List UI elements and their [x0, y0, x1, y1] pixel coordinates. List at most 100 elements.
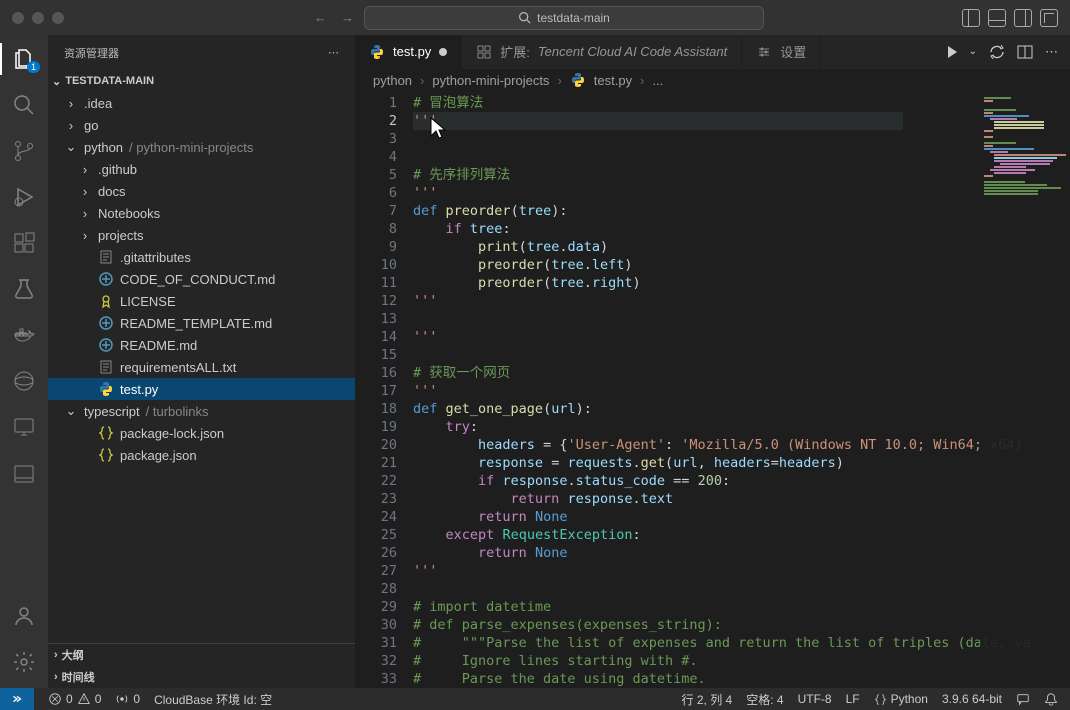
toggle-panel-icon[interactable]	[988, 9, 1006, 27]
activity-accounts[interactable]	[8, 600, 40, 632]
tree-item[interactable]: ›docs	[48, 180, 355, 202]
tab-extension[interactable]: 扩展: Tencent Cloud AI Code Assistant	[462, 35, 742, 69]
debug-icon	[12, 185, 36, 209]
tree-item[interactable]: › go	[48, 114, 355, 136]
tree-item[interactable]: ⌄python / python-mini-projects	[48, 136, 355, 158]
bell-icon[interactable]	[1044, 692, 1058, 706]
breadcrumb-item[interactable]: ...	[652, 73, 663, 88]
gear-icon	[12, 650, 36, 674]
code-content[interactable]: # 冒泡算法''' # 先序排列算法'''def preorder(tree):…	[413, 92, 1070, 688]
timeline-section[interactable]: › 时间线	[48, 666, 355, 688]
remote-indicator[interactable]	[0, 688, 34, 710]
timeline-label: 时间线	[62, 669, 95, 685]
status-line-col[interactable]: 行 2, 列 4	[682, 691, 733, 708]
activity-docker[interactable]	[8, 319, 40, 351]
ai-sphere-icon	[12, 369, 36, 393]
tab-test-py[interactable]: test.py	[355, 35, 462, 69]
activity-run-debug[interactable]	[8, 181, 40, 213]
feedback-icon[interactable]	[1016, 692, 1030, 706]
code-editor[interactable]: 1234567891011121314151617181920212223242…	[355, 92, 1070, 688]
command-center[interactable]: testdata-main	[364, 6, 764, 30]
tree-item[interactable]: README_TEMPLATE.md	[48, 312, 355, 334]
sidebar-more-icon[interactable]: ⋯	[328, 46, 339, 59]
tree-item[interactable]: LICENSE	[48, 290, 355, 312]
tree-item[interactable]: › .github	[48, 158, 355, 180]
activity-explorer[interactable]: 1	[8, 43, 40, 75]
toggle-secondary-sidebar-icon[interactable]	[1014, 9, 1032, 27]
braces-icon	[874, 693, 887, 706]
tree-item-label: Notebooks	[98, 206, 160, 221]
status-ports[interactable]: 0	[115, 692, 140, 706]
chevron-right-icon: ›	[78, 162, 92, 177]
nav-forward-icon[interactable]: →	[341, 10, 354, 25]
activity-manage[interactable]	[8, 646, 40, 678]
customize-layout-icon[interactable]	[1040, 9, 1058, 27]
window-controls	[12, 12, 64, 24]
breadcrumb-item[interactable]: test.py	[594, 73, 632, 88]
status-cloudbase[interactable]: CloudBase 环境 Id: 空	[154, 691, 272, 708]
broadcast-icon	[115, 692, 129, 706]
run-icon[interactable]	[948, 46, 957, 58]
activity-search[interactable]	[8, 89, 40, 121]
tree-item[interactable]: requirementsALL.txt	[48, 356, 355, 378]
tree-item-label: docs	[98, 184, 125, 199]
tree-item[interactable]: ›.idea	[48, 92, 355, 114]
tree-item-label: go	[84, 118, 98, 133]
compare-icon[interactable]	[989, 44, 1005, 60]
status-indent[interactable]: 空格: 4	[746, 691, 783, 708]
close-window-icon[interactable]	[12, 12, 24, 24]
status-eol[interactable]: LF	[846, 692, 860, 706]
tree-item[interactable]: README.md	[48, 334, 355, 356]
status-python-interpreter[interactable]: 3.9.6 64-bit	[942, 692, 1002, 706]
fullscreen-window-icon[interactable]	[52, 12, 64, 24]
status-problems[interactable]: 0 0	[48, 692, 101, 706]
remote-icon	[10, 692, 24, 706]
split-editor-icon[interactable]	[1017, 44, 1033, 60]
tree-item[interactable]: test.py	[48, 378, 355, 400]
command-center-text: testdata-main	[537, 11, 610, 25]
tab-label: test.py	[393, 44, 431, 59]
chevron-right-icon: ›	[54, 649, 58, 661]
activity-cloudbase[interactable]	[8, 457, 40, 489]
tree-item-label: typescript	[84, 404, 140, 419]
outline-section[interactable]: › 大纲	[48, 644, 355, 666]
status-encoding[interactable]: UTF-8	[798, 692, 832, 706]
editor: test.py 扩展: Tencent Cloud AI Code Assist…	[355, 35, 1070, 688]
activity-remote-explorer[interactable]	[8, 411, 40, 443]
sidebar-folder-header[interactable]: ⌄ TESTDATA-MAIN	[48, 70, 355, 92]
breadcrumbs[interactable]: python › python-mini-projects › test.py …	[355, 69, 1070, 92]
chevron-right-icon: ›	[420, 73, 424, 88]
tree-item[interactable]: ›projects	[48, 224, 355, 246]
minimize-window-icon[interactable]	[32, 12, 44, 24]
activity-extensions[interactable]	[8, 227, 40, 259]
more-actions-icon[interactable]: ⋯	[1045, 44, 1058, 60]
activity-testing[interactable]	[8, 273, 40, 305]
extensions-icon	[12, 231, 36, 255]
tree-item[interactable]: .gitattributes	[48, 246, 355, 268]
activity-tencent-ai[interactable]	[8, 365, 40, 397]
breadcrumb-item[interactable]: python-mini-projects	[432, 73, 549, 88]
tab-settings[interactable]: 设置	[742, 35, 821, 69]
tree-item-label: python	[84, 140, 123, 155]
nav-arrows: ← →	[314, 10, 354, 25]
toggle-primary-sidebar-icon[interactable]	[962, 9, 980, 27]
breadcrumb-item[interactable]: python	[373, 73, 412, 88]
run-dropdown-icon[interactable]: ⌄	[969, 46, 977, 57]
tree-item[interactable]: package-lock.json	[48, 422, 355, 444]
tree-item[interactable]: package.json	[48, 444, 355, 466]
nav-back-icon[interactable]: ←	[314, 10, 327, 25]
activity-source-control[interactable]	[8, 135, 40, 167]
file-tree: ›.idea›go⌄python / python-mini-projects›…	[48, 92, 355, 643]
status-language[interactable]: Python	[874, 692, 928, 706]
tree-item[interactable]: ›Notebooks	[48, 202, 355, 224]
chevron-right-icon: ›	[64, 118, 78, 133]
file-txt-icon	[98, 359, 114, 375]
tree-item[interactable]: CODE_OF_CONDUCT.md	[48, 268, 355, 290]
minimap[interactable]	[980, 92, 1070, 688]
cloudbase-text: CloudBase 环境 Id: 空	[154, 691, 272, 708]
explorer-badge: 1	[27, 61, 40, 73]
file-txt-icon	[98, 249, 114, 265]
tree-item[interactable]: ⌄typescript / turbolinks	[48, 400, 355, 422]
chevron-right-icon: ›	[640, 73, 644, 88]
tree-item-label: .github	[98, 162, 137, 177]
